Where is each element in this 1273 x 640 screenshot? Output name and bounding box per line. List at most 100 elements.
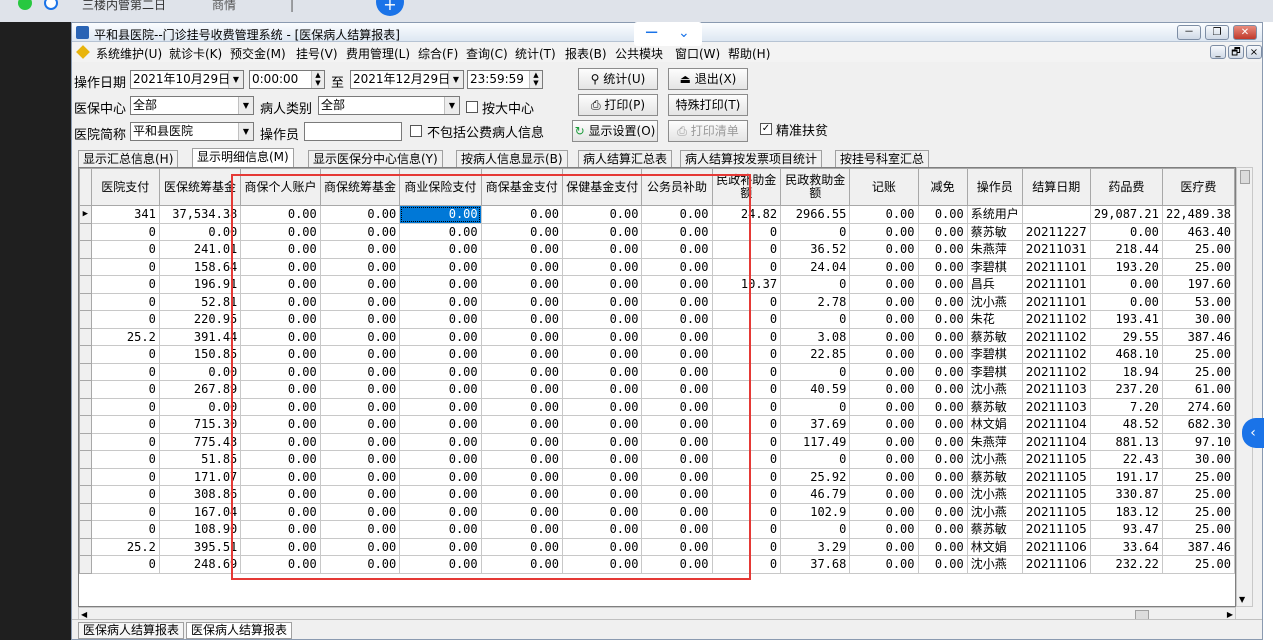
table-cell[interactable]: 682.30 bbox=[1161, 415, 1235, 434]
scroll-down-arrow-icon[interactable]: ▼ bbox=[1239, 595, 1245, 604]
table-cell[interactable]: 0.00 bbox=[319, 345, 401, 364]
table-cell[interactable]: 0.00 bbox=[917, 502, 968, 521]
table-cell[interactable]: 167.04 bbox=[158, 502, 242, 521]
table-cell[interactable]: 0.00 bbox=[319, 537, 401, 556]
table-cell[interactable]: 0.00 bbox=[849, 380, 919, 399]
tab-detail[interactable]: 显示明细信息(M) bbox=[192, 148, 294, 167]
table-cell[interactable]: 220.95 bbox=[158, 310, 242, 329]
column-header[interactable]: 医疗费 bbox=[1161, 168, 1235, 206]
table-cell[interactable]: 0.00 bbox=[319, 240, 401, 259]
table-cell[interactable]: 0.00 bbox=[917, 415, 968, 434]
table-cell[interactable]: 0.00 bbox=[561, 450, 643, 469]
table-cell[interactable]: 22.85 bbox=[780, 345, 851, 364]
row-indicator[interactable] bbox=[79, 240, 92, 259]
table-cell[interactable]: 46.79 bbox=[780, 485, 851, 504]
table-cell[interactable]: 沈小燕 bbox=[966, 502, 1023, 521]
table-cell[interactable]: 0.00 bbox=[480, 555, 564, 574]
table-cell[interactable]: 0.00 bbox=[561, 397, 643, 416]
table-cell[interactable]: 0.00 bbox=[849, 310, 919, 329]
table-cell[interactable]: 468.10 bbox=[1089, 345, 1163, 364]
table-cell[interactable]: 0.00 bbox=[399, 537, 482, 556]
table-cell[interactable]: 林文娟 bbox=[966, 537, 1023, 556]
table-row[interactable]: ▶ 341 37,534.38 0.00 0.00 0.00 0.00 0.00 0.00 24.… bbox=[79, 205, 1235, 224]
table-row[interactable]: 0 0.00 0.00 0.00 0.00 0.00 0.00 0.00 0 0 0.00 0.00 李… bbox=[79, 362, 1235, 381]
table-cell[interactable]: 25.2 bbox=[90, 537, 160, 556]
table-cell[interactable]: 20211102 bbox=[1021, 310, 1091, 329]
table-cell[interactable]: 0.00 bbox=[849, 467, 919, 486]
row-indicator[interactable] bbox=[79, 485, 92, 504]
table-cell[interactable]: 0.00 bbox=[480, 327, 564, 346]
table-cell[interactable]: 0.00 bbox=[480, 502, 564, 521]
table-cell[interactable]: 193.20 bbox=[1089, 257, 1163, 276]
menu-register[interactable]: 挂号(V) bbox=[296, 45, 338, 62]
table-cell[interactable]: 196.91 bbox=[158, 275, 242, 294]
table-cell[interactable]: 0.00 bbox=[319, 380, 401, 399]
table-cell[interactable]: 0.00 bbox=[240, 520, 321, 539]
table-cell[interactable]: 0.00 bbox=[319, 432, 401, 451]
table-cell[interactable]: 51.85 bbox=[158, 450, 242, 469]
table-cell[interactable]: 0.00 bbox=[561, 537, 643, 556]
table-cell[interactable]: 0.00 bbox=[319, 467, 401, 486]
table-cell[interactable]: 0.00 bbox=[480, 362, 564, 381]
spin-arrows-icon[interactable]: ▲ ▼ bbox=[311, 71, 324, 88]
table-row[interactable]: 0 220.95 0.00 0.00 0.00 0.00 0.00 0.00 0 0 0.00 0.0… bbox=[79, 310, 1235, 329]
table-cell[interactable]: 0.00 bbox=[399, 240, 482, 259]
table-cell[interactable]: 0.00 bbox=[240, 240, 321, 259]
column-header[interactable]: 药品费 bbox=[1089, 168, 1163, 206]
patient-type-select[interactable]: 全部 ▼ bbox=[318, 96, 460, 115]
table-cell[interactable]: 20211104 bbox=[1021, 415, 1091, 434]
menu-system[interactable]: 系统维护(U) bbox=[96, 45, 162, 62]
table-cell[interactable]: 0.00 bbox=[399, 520, 482, 539]
table-cell[interactable]: 0.00 bbox=[240, 345, 321, 364]
table-cell[interactable]: 0.00 bbox=[240, 292, 321, 311]
row-indicator[interactable] bbox=[79, 222, 92, 241]
table-cell[interactable]: 0.00 bbox=[240, 327, 321, 346]
table-cell[interactable]: 0.00 bbox=[561, 257, 643, 276]
table-cell[interactable]: 0.00 bbox=[641, 467, 713, 486]
dropdown-arrow-icon[interactable]: ▼ bbox=[238, 123, 253, 140]
table-cell[interactable]: 0.00 bbox=[849, 345, 919, 364]
table-cell[interactable]: 0 bbox=[711, 310, 782, 329]
time-from-spinner[interactable]: 0:00:00 ▲ ▼ bbox=[249, 70, 325, 89]
table-cell[interactable]: 30.00 bbox=[1161, 310, 1235, 329]
table-cell[interactable]: 李碧棋 bbox=[966, 345, 1023, 364]
column-header[interactable]: 减免 bbox=[917, 168, 968, 206]
table-cell[interactable]: 0.00 bbox=[319, 257, 401, 276]
table-cell[interactable]: 22,489.38 bbox=[1161, 205, 1235, 224]
table-cell[interactable]: 0.00 bbox=[240, 380, 321, 399]
row-indicator[interactable] bbox=[79, 520, 92, 539]
table-cell[interactable]: 61.00 bbox=[1161, 380, 1235, 399]
menu-stats[interactable]: 统计(T) bbox=[515, 45, 556, 62]
table-cell[interactable]: 蔡苏敏 bbox=[966, 467, 1023, 486]
table-cell[interactable]: 24.04 bbox=[780, 257, 851, 276]
table-cell[interactable]: 0.00 bbox=[917, 310, 968, 329]
table-cell[interactable]: 2.78 bbox=[780, 292, 851, 311]
table-cell[interactable]: 0.00 bbox=[1089, 222, 1163, 241]
table-cell[interactable]: 0.00 bbox=[849, 240, 919, 259]
menu-window[interactable]: 窗口(W) bbox=[675, 45, 720, 62]
table-cell[interactable]: 0 bbox=[90, 555, 160, 574]
table-cell[interactable]: 0.00 bbox=[917, 432, 968, 451]
table-cell[interactable]: 0.00 bbox=[399, 397, 482, 416]
dropdown-arrow-icon[interactable]: ▼ bbox=[228, 71, 243, 88]
green-dot-icon[interactable] bbox=[18, 0, 32, 10]
table-cell[interactable]: 20211105 bbox=[1021, 502, 1091, 521]
table-cell[interactable]: 0 bbox=[90, 275, 160, 294]
date-to-picker[interactable]: 2021年12月29日 ▼ bbox=[350, 70, 464, 89]
table-cell[interactable]: 0.00 bbox=[399, 450, 482, 469]
table-cell[interactable]: 0.00 bbox=[641, 555, 713, 574]
table-row[interactable]: 0 308.86 0.00 0.00 0.00 0.00 0.00 0.00 0 46.79 0.0… bbox=[79, 485, 1235, 504]
table-cell[interactable]: 0 bbox=[711, 555, 782, 574]
table-cell[interactable]: 沈小燕 bbox=[966, 485, 1023, 504]
table-cell[interactable]: 0.00 bbox=[641, 397, 713, 416]
table-cell[interactable]: 25.00 bbox=[1161, 467, 1235, 486]
table-cell[interactable]: 391.44 bbox=[158, 327, 242, 346]
table-cell[interactable]: 0.00 bbox=[399, 310, 482, 329]
table-cell[interactable]: 0.00 bbox=[917, 380, 968, 399]
tab-dept-summary[interactable]: 按挂号科室汇总 bbox=[835, 150, 930, 167]
row-indicator[interactable] bbox=[79, 415, 92, 434]
table-cell[interactable]: 0.00 bbox=[561, 432, 643, 451]
user-avatar-icon[interactable] bbox=[44, 0, 58, 10]
table-cell[interactable]: 0.00 bbox=[641, 432, 713, 451]
table-cell[interactable]: 0 bbox=[90, 397, 160, 416]
